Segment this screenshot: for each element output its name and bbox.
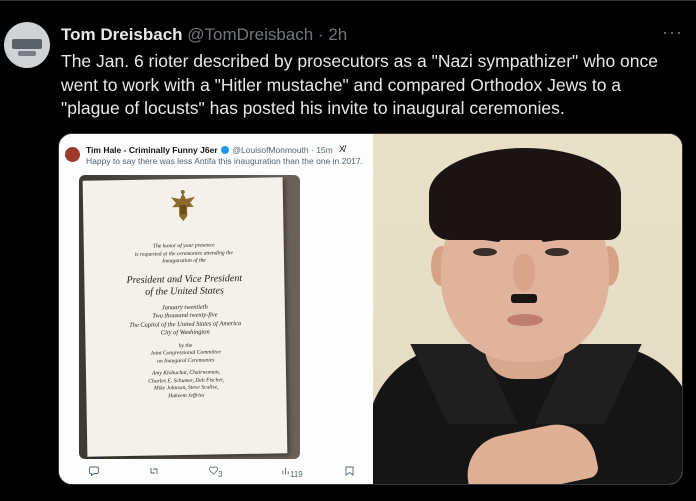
like-icon — [209, 466, 218, 475]
top-divider — [0, 0, 696, 1]
embedded-action-bar: 3 119 — [59, 462, 372, 480]
author-avatar[interactable] — [4, 22, 50, 68]
grok-icon: X̸ — [339, 144, 346, 154]
photo-hair — [429, 148, 621, 240]
bookmark-icon — [345, 466, 354, 478]
photo-mouth — [507, 314, 543, 326]
embedded-tweet-text: Happy to say there was less Antifa this … — [86, 156, 363, 166]
invitation-text: The honor of your presence is requested … — [84, 241, 287, 402]
tweet-media[interactable]: Tim Hale - Criminally Funny J6er @Louiso… — [58, 133, 683, 485]
avatar-graphic-detail — [18, 51, 36, 56]
photo-eye-left — [473, 248, 497, 256]
embedded-time: 15m — [316, 145, 333, 155]
avatar-graphic — [12, 39, 42, 49]
header-separator: · — [313, 25, 329, 44]
tweet-text: The Jan. 6 rioter described by prosecuto… — [61, 51, 659, 118]
invitation-photo: The honor of your presence is requested … — [79, 175, 300, 459]
author-name[interactable]: Tom Dreisbach — [61, 25, 183, 44]
verified-icon — [221, 146, 230, 154]
like-count: 3 — [218, 470, 223, 479]
reply-icon — [89, 466, 99, 478]
embedded-author-name: Tim Hale - Criminally Funny J6er — [86, 145, 218, 155]
photo-eye-right — [545, 248, 569, 256]
like-group: 3 — [209, 466, 222, 479]
invitation-card: The honor of your presence is requested … — [82, 177, 288, 457]
views-count: 119 — [290, 470, 303, 479]
photo-mustache — [511, 294, 537, 303]
eagle-seal-icon — [170, 190, 195, 222]
tweet-header: Tom Dreisbach @TomDreisbach · 2h — [61, 25, 347, 45]
views-icon — [282, 467, 289, 475]
man-photo[interactable] — [373, 134, 682, 484]
more-icon[interactable]: ··· — [662, 22, 683, 43]
views-group: 119 — [281, 466, 303, 479]
embedded-avatar — [65, 147, 80, 162]
embedded-separator: · — [310, 145, 314, 155]
tweet-timestamp[interactable]: 2h — [328, 25, 347, 44]
retweet-icon — [149, 466, 159, 478]
embedded-tweet-screenshot[interactable]: Tim Hale - Criminally Funny J6er @Louiso… — [59, 134, 372, 484]
author-handle[interactable]: @TomDreisbach — [187, 25, 313, 44]
embedded-author-handle: @LouisofMonmouth — [232, 145, 309, 155]
photo-nose — [513, 254, 535, 292]
embedded-header: Tim Hale - Criminally Funny J6er @Louiso… — [86, 145, 333, 155]
